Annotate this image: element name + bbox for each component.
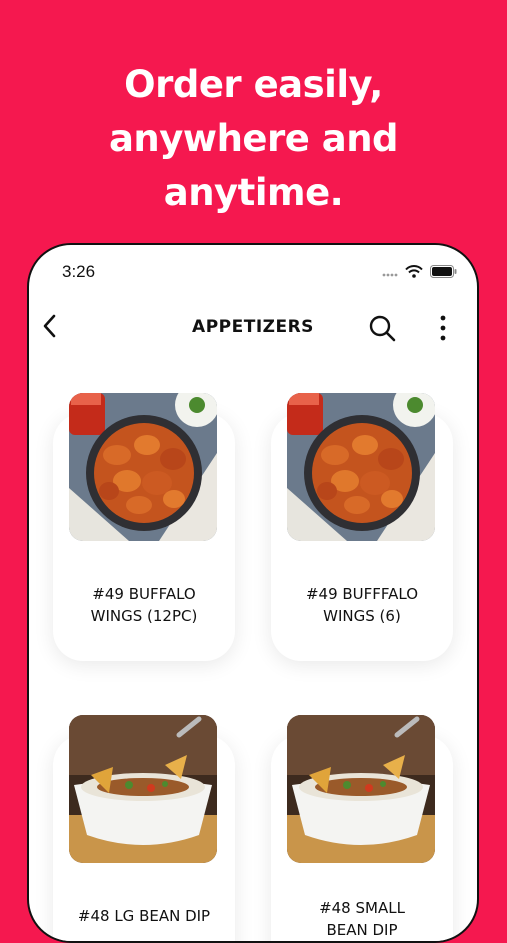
buffalo-wings-image xyxy=(287,393,435,541)
search-icon[interactable] xyxy=(367,313,397,343)
menu-item-card[interactable]: #49 BUFFFALO WINGS (6) xyxy=(271,393,453,661)
headline-line-1: Order easily, xyxy=(124,63,383,106)
menu-item-card[interactable]: #49 BUFFALO WINGS (12PC) xyxy=(53,393,235,661)
menu-item-card[interactable]: #48 SMALL BEAN DIP xyxy=(271,715,453,941)
item-name: #48 LG BEAN DIP xyxy=(77,907,211,925)
battery-icon xyxy=(430,265,457,278)
signal-icon xyxy=(382,273,398,276)
bean-dip-image xyxy=(69,715,217,863)
more-vertical-icon[interactable] xyxy=(433,313,453,343)
headline-line-3: anytime. xyxy=(163,171,344,214)
bean-dip-image xyxy=(287,715,435,863)
page-title: APPETIZERS xyxy=(192,317,314,337)
status-time: 3:26 xyxy=(62,262,96,281)
menu-item-card[interactable]: #48 LG BEAN DIP xyxy=(53,715,235,941)
item-name: #49 BUFFALO WINGS (12PC) xyxy=(90,585,198,625)
headline-line-2: anywhere and xyxy=(108,117,399,160)
item-name: #48 SMALL BEAN DIP xyxy=(319,899,405,939)
phone-frame: 3:26 APPETIZERS #49 BUFFALO WINGS (12PC)… xyxy=(27,243,479,943)
status-bar: 3:26 xyxy=(29,245,477,295)
nav-bar: APPETIZERS xyxy=(29,305,477,349)
buffalo-wings-image xyxy=(69,393,217,541)
wifi-icon xyxy=(405,265,423,278)
item-name: #49 BUFFFALO WINGS (6) xyxy=(305,585,419,625)
promo-headline: Order easily, anywhere and anytime. xyxy=(0,58,507,220)
